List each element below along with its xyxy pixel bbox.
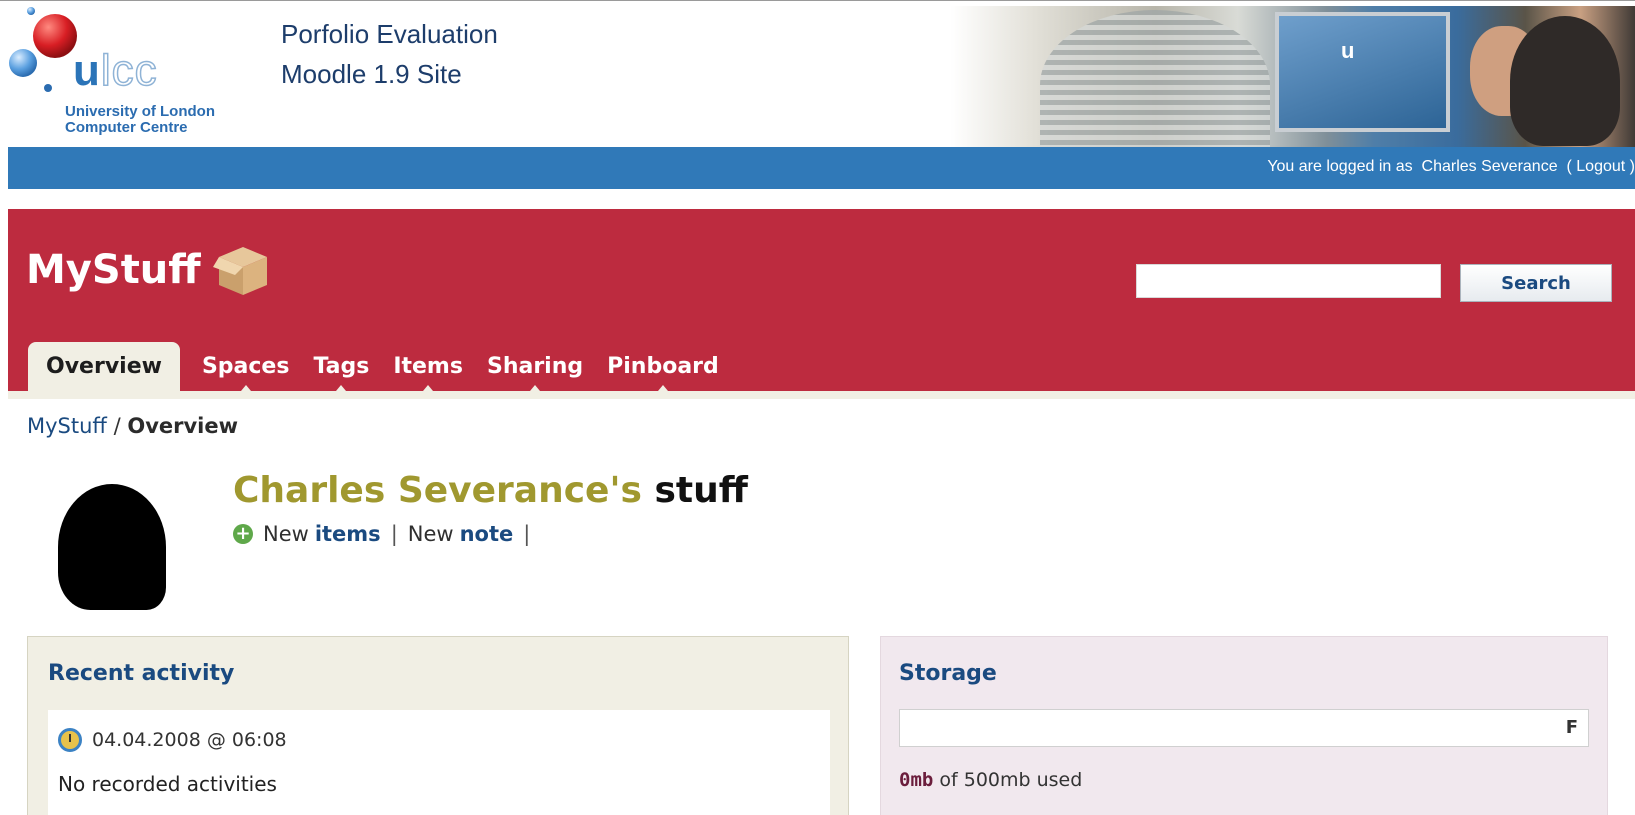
login-info: You are logged in as Charles Severance (…: [1267, 158, 1635, 175]
clock-icon: [58, 728, 82, 752]
tab-spaces[interactable]: Spaces: [190, 354, 302, 391]
site-header: ulcc University of London Computer Centr…: [0, 6, 1635, 147]
new-note-link[interactable]: note: [460, 522, 514, 546]
owner-name: Charles Severance's: [233, 470, 642, 511]
mystuff-header: MyStuff Search Overview Spaces Tags Item…: [8, 209, 1635, 391]
storage-bar-letter: F: [1565, 717, 1578, 738]
logo-spheres-icon: [9, 7, 77, 92]
title-suffix: stuff: [654, 470, 748, 511]
new-items-link[interactable]: items: [315, 522, 381, 546]
recent-activity-title: Recent activity: [48, 661, 235, 686]
storage-title: Storage: [899, 661, 997, 686]
recent-activity-panel: Recent activity 04.04.2008 @ 06:08 No re…: [27, 636, 849, 815]
storage-usage: 0mb of 500mb used: [899, 769, 1083, 791]
tab-overview[interactable]: Overview: [28, 342, 180, 391]
breadcrumb-separator: /: [113, 414, 121, 438]
tab-items[interactable]: Items: [381, 354, 475, 391]
avatar: [58, 484, 166, 610]
logo-wordmark: ulcc: [73, 45, 158, 96]
tab-sharing[interactable]: Sharing: [475, 354, 595, 391]
mystuff-tabs: Overview Spaces Tags Items Sharing Pinbo…: [28, 342, 731, 391]
add-icon: +: [233, 524, 253, 544]
site-title: Porfolio Evaluation Moodle 1.9 Site: [281, 19, 498, 89]
storage-panel: Storage F 0mb of 500mb used: [880, 636, 1608, 815]
logged-in-user-link[interactable]: Charles Severance: [1422, 158, 1558, 175]
activity-empty-message: No recorded activities: [58, 772, 277, 796]
search-button[interactable]: Search: [1460, 264, 1612, 302]
banner-person: [1510, 16, 1620, 146]
tab-tags[interactable]: Tags: [301, 354, 381, 391]
ulcc-logo[interactable]: ulcc University of London Computer Centr…: [8, 6, 268, 147]
logout-link[interactable]: Logout: [1576, 158, 1625, 175]
header-banner-image: u: [950, 6, 1635, 147]
new-links: + New items | New note |: [233, 522, 540, 546]
login-bar: You are logged in as Charles Severance (…: [8, 147, 1635, 189]
search-input[interactable]: [1136, 264, 1441, 298]
box-icon: [213, 247, 267, 295]
banner-monitor: u: [1275, 12, 1450, 132]
activity-list: 04.04.2008 @ 06:08 No recorded activitie…: [48, 710, 830, 815]
banner-building: [1040, 10, 1270, 147]
activity-timestamp: 04.04.2008 @ 06:08: [58, 728, 287, 752]
breadcrumb-mystuff-link[interactable]: MyStuff: [27, 414, 107, 438]
logo-subtitle: University of London Computer Centre: [65, 103, 215, 136]
tab-baseline: [8, 391, 1635, 399]
mystuff-brand[interactable]: MyStuff: [26, 247, 201, 293]
breadcrumb-current: Overview: [127, 414, 239, 438]
page-title: Charles Severance's stuff: [233, 470, 748, 511]
breadcrumb: MyStuff / Overview: [27, 414, 238, 438]
storage-progress-bar: F: [899, 709, 1589, 747]
tab-pinboard[interactable]: Pinboard: [595, 354, 731, 391]
